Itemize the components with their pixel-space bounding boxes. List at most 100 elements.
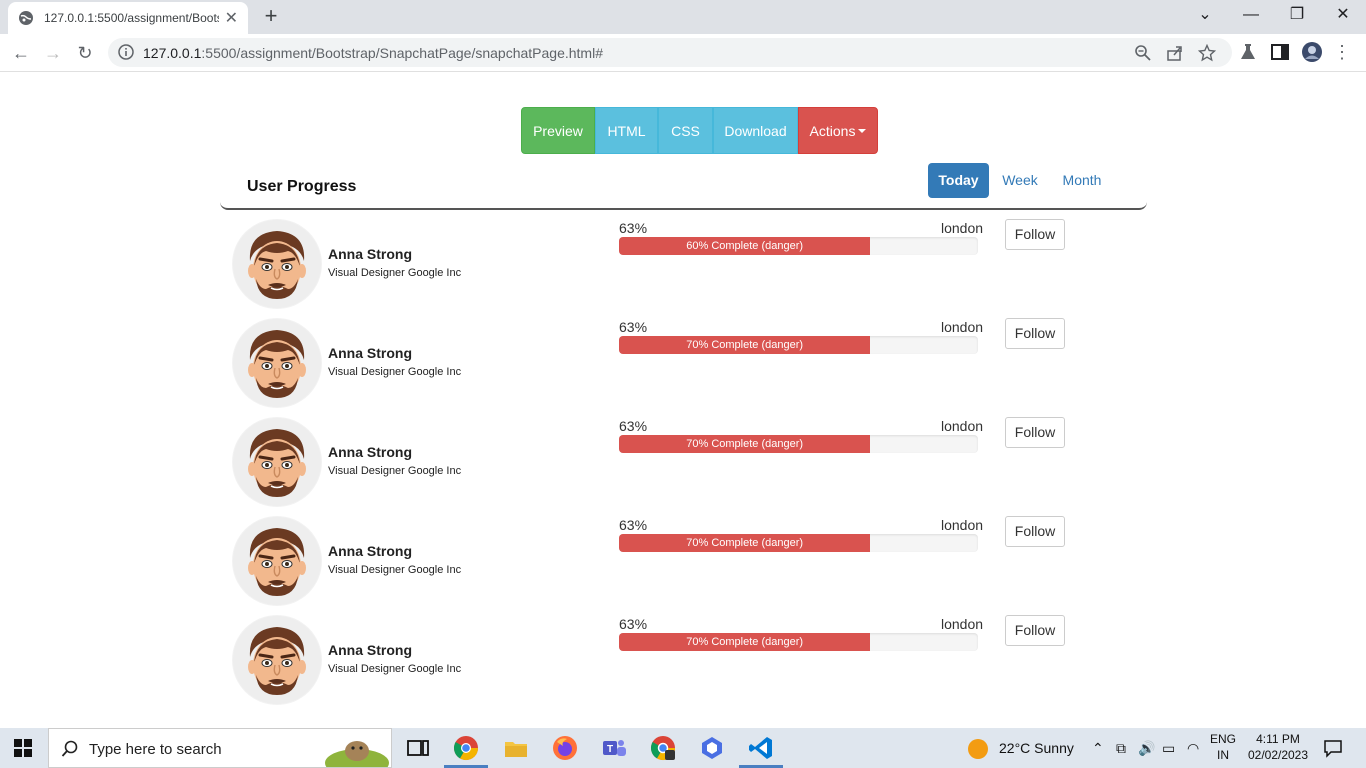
profile-avatar-icon[interactable] xyxy=(1302,42,1322,62)
language-indicator[interactable]: ENG IN xyxy=(1210,731,1236,763)
side-panel-icon[interactable] xyxy=(1270,42,1290,62)
forward-icon[interactable]: → xyxy=(40,40,66,66)
meet-now-icon[interactable]: ⧉ xyxy=(1116,740,1126,757)
browser-toolbar: ← → ↻ 127.0.0.1:5500/assignment/Bootstra… xyxy=(0,34,1366,72)
css-button[interactable]: CSS xyxy=(658,107,713,154)
tab-today[interactable]: Today xyxy=(928,163,989,198)
actions-label: Actions xyxy=(809,122,856,139)
notifications-icon[interactable] xyxy=(1323,738,1343,758)
follow-button[interactable]: Follow xyxy=(1005,219,1065,250)
weather-sun-icon[interactable] xyxy=(966,737,990,761)
clock-time: 4:11 PM xyxy=(1256,732,1300,746)
restore-icon[interactable]: ❐ xyxy=(1274,0,1320,30)
firefox-icon[interactable] xyxy=(551,734,579,762)
copilot-icon[interactable] xyxy=(698,734,726,762)
lang-top: ENG xyxy=(1210,732,1237,746)
user-city: london xyxy=(941,418,984,434)
wifi-icon[interactable]: ◠ xyxy=(1187,740,1199,757)
user-name: Anna Strong xyxy=(328,543,412,559)
zoom-icon[interactable] xyxy=(1134,44,1152,62)
tab-week[interactable]: Week xyxy=(992,163,1048,198)
search-icon xyxy=(61,740,78,757)
chrome-taskbar-app[interactable] xyxy=(444,734,488,768)
chrome-icon xyxy=(453,736,478,761)
user-percent: 63% xyxy=(619,319,648,335)
progress-bar: 70% Complete (danger) xyxy=(619,633,978,651)
caret-down-icon xyxy=(858,128,867,133)
show-hidden-icons[interactable]: ⌃ xyxy=(1092,740,1104,757)
user-role: Visual Designer Google Inc xyxy=(328,564,462,576)
user-percent: 63% xyxy=(619,616,648,632)
new-tab-button[interactable]: + xyxy=(258,4,284,30)
taskbar-search-box[interactable]: Type here to search xyxy=(48,728,392,768)
progress-bar: 60% Complete (danger) xyxy=(619,237,978,255)
lang-bottom: IN xyxy=(1217,748,1229,762)
user-row: Anna Strong Visual Designer Google Inc 6… xyxy=(232,219,1072,311)
url-text: 127.0.0.1:5500/assignment/Bootstrap/Snap… xyxy=(143,45,603,61)
preview-button[interactable]: Preview xyxy=(521,107,595,154)
windows-taskbar: Type here to search T 22°C Sunny ⌃ ⧉ 🔊 ▭… xyxy=(0,728,1366,768)
user-role: Visual Designer Google Inc xyxy=(328,465,462,477)
user-percent: 63% xyxy=(619,517,648,533)
user-name: Anna Strong xyxy=(328,246,412,262)
download-button[interactable]: Download xyxy=(713,107,798,154)
menu-kebab-icon[interactable]: ⋮ xyxy=(1332,42,1352,62)
progress-bar: 70% Complete (danger) xyxy=(619,336,978,354)
address-bar[interactable]: 127.0.0.1:5500/assignment/Bootstrap/Snap… xyxy=(108,38,1232,67)
teams-icon[interactable]: T xyxy=(600,734,628,762)
tab-title: 127.0.0.1:5500/assignment/Boots xyxy=(44,11,219,25)
back-icon[interactable]: ← xyxy=(8,40,34,66)
taskbar-clock[interactable]: 4:11 PM 02/02/2023 xyxy=(1240,731,1316,763)
tab-month[interactable]: Month xyxy=(1056,163,1108,198)
vscode-taskbar-app[interactable] xyxy=(739,734,783,768)
user-city: london xyxy=(941,220,984,236)
vscode-icon xyxy=(749,737,772,759)
user-role: Visual Designer Google Inc xyxy=(328,366,462,378)
clock-date: 02/02/2023 xyxy=(1247,748,1309,762)
minimize-icon[interactable]: — xyxy=(1228,0,1274,30)
bookmark-star-icon[interactable] xyxy=(1198,44,1216,62)
progress-bar-fill: 70% Complete (danger) xyxy=(619,633,871,651)
progress-bar-fill: 60% Complete (danger) xyxy=(619,237,871,255)
progress-bar-fill: 70% Complete (danger) xyxy=(619,336,871,354)
follow-button[interactable]: Follow xyxy=(1005,516,1065,547)
tab-search-icon[interactable]: ⌄ xyxy=(1182,0,1228,30)
browser-tab[interactable]: 127.0.0.1:5500/assignment/Boots ✕ xyxy=(8,2,248,34)
globe-icon xyxy=(19,11,33,25)
user-name: Anna Strong xyxy=(328,642,412,658)
labs-flask-icon[interactable] xyxy=(1238,42,1258,62)
user-row: Anna Strong Visual Designer Google Inc 6… xyxy=(232,417,1072,509)
file-explorer-icon[interactable] xyxy=(502,734,530,762)
follow-button[interactable]: Follow xyxy=(1005,318,1065,349)
close-window-icon[interactable]: ✕ xyxy=(1320,0,1366,30)
bitmoji-avatar xyxy=(232,516,322,606)
html-button[interactable]: HTML xyxy=(595,107,658,154)
bitmoji-avatar xyxy=(232,615,322,705)
site-info-icon[interactable] xyxy=(118,44,134,60)
user-row: Anna Strong Visual Designer Google Inc 6… xyxy=(232,516,1072,608)
reload-icon[interactable]: ↻ xyxy=(72,40,98,66)
svg-text:T: T xyxy=(607,744,613,755)
panel-header: User Progress Today Week Month xyxy=(220,160,1147,210)
task-view-icon[interactable] xyxy=(404,734,432,762)
user-name: Anna Strong xyxy=(328,345,412,361)
bitmoji-avatar xyxy=(232,219,322,309)
chrome-profile-icon[interactable] xyxy=(649,734,677,762)
progress-bar-fill: 70% Complete (danger) xyxy=(619,534,871,552)
actions-dropdown-button[interactable]: Actions xyxy=(798,107,878,154)
follow-button[interactable]: Follow xyxy=(1005,417,1065,448)
user-city: london xyxy=(941,616,984,632)
search-highlight-icon xyxy=(325,741,389,767)
browser-tab-bar: 127.0.0.1:5500/assignment/Boots ✕ + ⌄ — … xyxy=(0,0,1366,34)
share-icon[interactable] xyxy=(1166,44,1184,62)
user-role: Visual Designer Google Inc xyxy=(328,663,462,675)
user-name: Anna Strong xyxy=(328,444,412,460)
user-role: Visual Designer Google Inc xyxy=(328,267,462,279)
weather-text[interactable]: 22°C Sunny xyxy=(999,740,1074,756)
volume-icon[interactable]: 🔊 xyxy=(1138,740,1155,757)
follow-button[interactable]: Follow xyxy=(1005,615,1065,646)
close-tab-icon[interactable]: ✕ xyxy=(225,8,238,28)
windows-start-icon[interactable] xyxy=(14,739,32,757)
progress-bar: 70% Complete (danger) xyxy=(619,534,978,552)
battery-icon[interactable]: ▭ xyxy=(1162,740,1175,757)
